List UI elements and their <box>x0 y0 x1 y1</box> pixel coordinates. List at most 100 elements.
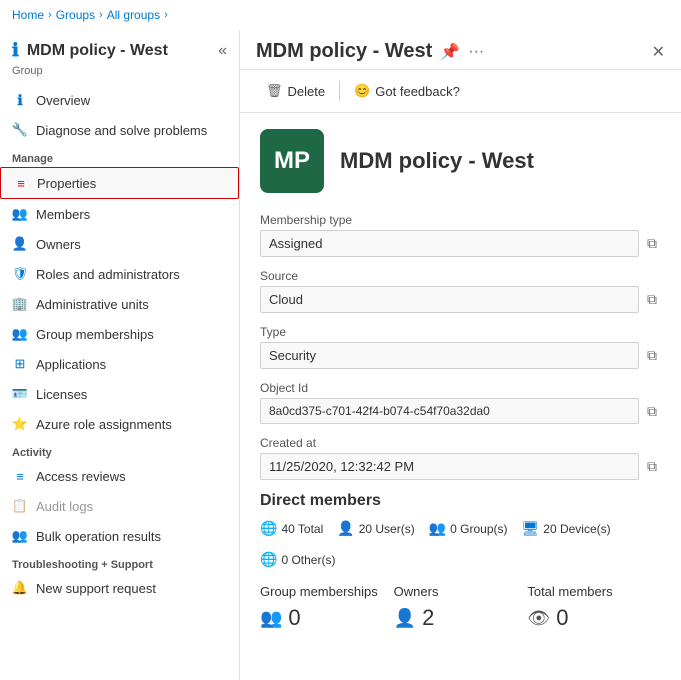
stat-owners-value: 2 <box>422 605 434 631</box>
stat-owners-icon: 👤 <box>394 608 416 629</box>
field-membership-type-copy[interactable]: ⧉ <box>643 233 661 254</box>
sidebar-item-audit-logs[interactable]: 📋 Audit logs <box>0 491 239 521</box>
stat-owners-label: Owners <box>394 584 528 599</box>
support-icon: 🔔 <box>12 580 28 596</box>
main-title: MDM policy - West <box>256 40 432 63</box>
breadcrumb-sep-1: › <box>48 9 52 21</box>
dots-btn[interactable]: ··· <box>468 43 484 61</box>
sidebar-section-activity: Activity <box>0 439 239 461</box>
dm-total-label: 40 Total <box>281 522 323 536</box>
stat-total-members-label: Total members <box>527 584 661 599</box>
stat-owners: Owners 👤 2 <box>394 584 528 631</box>
entity-name: MDM policy - West <box>340 148 534 174</box>
sidebar-item-bulk-ops[interactable]: 👥 Bulk operation results <box>0 521 239 551</box>
breadcrumb-all-groups[interactable]: All groups <box>107 8 160 22</box>
field-type-copy[interactable]: ⧉ <box>643 345 661 366</box>
field-object-id-value: 8a0cd375-c701-42f4-b074-c54f70a32da0 <box>260 398 639 424</box>
sidebar-overview-label: Overview <box>36 93 90 108</box>
dm-groups-label: 0 Group(s) <box>450 522 507 536</box>
field-membership-type-value: Assigned <box>260 230 639 257</box>
field-object-id-copy[interactable]: ⧉ <box>643 401 661 422</box>
sidebar-item-overview[interactable]: ℹ Overview <box>0 85 239 115</box>
field-membership-type-label: Membership type <box>260 213 661 227</box>
sidebar-azure-roles-label: Azure role assignments <box>36 417 172 432</box>
breadcrumb-home[interactable]: Home <box>12 8 44 22</box>
breadcrumb-sep-2: › <box>99 9 103 21</box>
sidebar-item-licenses[interactable]: 🪪 Licenses <box>0 379 239 409</box>
stat-group-memberships-icon: 👥 <box>260 608 282 629</box>
sidebar-item-applications[interactable]: ⊞ Applications <box>0 349 239 379</box>
sidebar-admin-units-label: Administrative units <box>36 297 149 312</box>
avatar-initials: MP <box>274 147 310 175</box>
dm-users-icon: 👤 <box>337 520 354 537</box>
info-icon: ℹ <box>12 92 28 108</box>
star-icon: ⭐ <box>12 416 28 432</box>
delete-icon: 🗑 <box>266 83 283 99</box>
dm-users-label: 20 User(s) <box>359 522 415 536</box>
feedback-button[interactable]: 😊 Got feedback? <box>344 78 470 104</box>
field-source-copy[interactable]: ⧉ <box>643 289 661 310</box>
sidebar-access-reviews-label: Access reviews <box>36 469 126 484</box>
toolbar-divider <box>339 81 340 101</box>
sidebar-roles-label: Roles and administrators <box>36 267 180 282</box>
dm-total-icon: 🌐 <box>260 520 277 537</box>
sidebar-group-memberships-label: Group memberships <box>36 327 154 342</box>
pin-btn[interactable]: 📌 <box>440 42 460 62</box>
sidebar-properties-label: Properties <box>37 176 96 191</box>
sidebar-support-label: New support request <box>36 581 156 596</box>
stat-group-memberships-value: 0 <box>288 605 300 631</box>
direct-members-title: Direct members <box>260 492 661 510</box>
sidebar-section-troubleshooting: Troubleshooting + Support <box>0 551 239 573</box>
license-icon: 🪪 <box>12 386 28 402</box>
sidebar-item-members[interactable]: 👥 Members <box>0 199 239 229</box>
sidebar-title: MDM policy - West <box>27 42 168 60</box>
field-created-at-label: Created at <box>260 436 661 450</box>
dm-devices-icon: 🖥 <box>522 520 540 537</box>
sidebar-item-group-memberships[interactable]: 👥 Group memberships <box>0 319 239 349</box>
close-btn[interactable]: ✕ <box>652 42 665 62</box>
sidebar: ℹ MDM policy - West « Group ℹ Overview 🔧… <box>0 30 240 680</box>
sidebar-item-access-reviews[interactable]: ≡ Access reviews <box>0 461 239 491</box>
sidebar-applications-label: Applications <box>36 357 106 372</box>
sidebar-item-diagnose[interactable]: 🔧 Diagnose and solve problems <box>0 115 239 145</box>
stat-total-members-icon: 👁 <box>527 608 550 629</box>
sidebar-item-support[interactable]: 🔔 New support request <box>0 573 239 603</box>
breadcrumb: Home › Groups › All groups › <box>0 0 681 30</box>
field-created-at-value: 11/25/2020, 12:32:42 PM <box>260 453 639 480</box>
field-type: Type Security ⧉ <box>260 325 661 369</box>
field-source-label: Source <box>260 269 661 283</box>
sidebar-item-admin-units[interactable]: 🏢 Administrative units <box>0 289 239 319</box>
sidebar-info-icon: ℹ <box>12 40 19 61</box>
dm-others-label: 0 Other(s) <box>281 553 335 567</box>
dm-groups: 👥 0 Group(s) <box>429 520 508 537</box>
main-content: MDM policy - West 📌 ··· ✕ 🗑 Delete 😊 Got… <box>240 30 681 680</box>
bars-icon: ≡ <box>13 175 29 191</box>
field-created-at: Created at 11/25/2020, 12:32:42 PM ⧉ <box>260 436 661 480</box>
dm-groups-icon: 👥 <box>429 520 446 537</box>
sidebar-collapse-btn[interactable]: « <box>218 42 227 60</box>
field-type-label: Type <box>260 325 661 339</box>
sidebar-bulk-ops-label: Bulk operation results <box>36 529 161 544</box>
sidebar-item-azure-roles[interactable]: ⭐ Azure role assignments <box>0 409 239 439</box>
field-created-at-copy[interactable]: ⧉ <box>643 456 661 477</box>
delete-label: Delete <box>288 84 326 99</box>
dm-others: 🌐 0 Other(s) <box>260 551 335 568</box>
delete-button[interactable]: 🗑 Delete <box>256 78 335 104</box>
breadcrumb-sep-3: › <box>164 9 168 21</box>
sidebar-item-properties[interactable]: ≡ Properties <box>0 167 239 199</box>
building-icon: 🏢 <box>12 296 28 312</box>
stat-total-members: Total members 👁 0 <box>527 584 661 631</box>
sidebar-item-owners[interactable]: 👤 Owners <box>0 229 239 259</box>
sidebar-item-roles[interactable]: 🛡 Roles and administrators <box>0 259 239 289</box>
field-type-value: Security <box>260 342 639 369</box>
dm-total: 🌐 40 Total <box>260 520 323 537</box>
stat-total-members-value: 0 <box>556 605 568 631</box>
sidebar-audit-logs-label: Audit logs <box>36 499 93 514</box>
stat-group-memberships-label: Group memberships <box>260 584 394 599</box>
field-membership-type: Membership type Assigned ⧉ <box>260 213 661 257</box>
review-icon: ≡ <box>12 468 28 484</box>
sidebar-members-label: Members <box>36 207 90 222</box>
stats-row: Group memberships 👥 0 Owners 👤 2 Total m… <box>260 584 661 631</box>
wrench-icon: 🔧 <box>12 122 28 138</box>
breadcrumb-groups[interactable]: Groups <box>56 8 95 22</box>
